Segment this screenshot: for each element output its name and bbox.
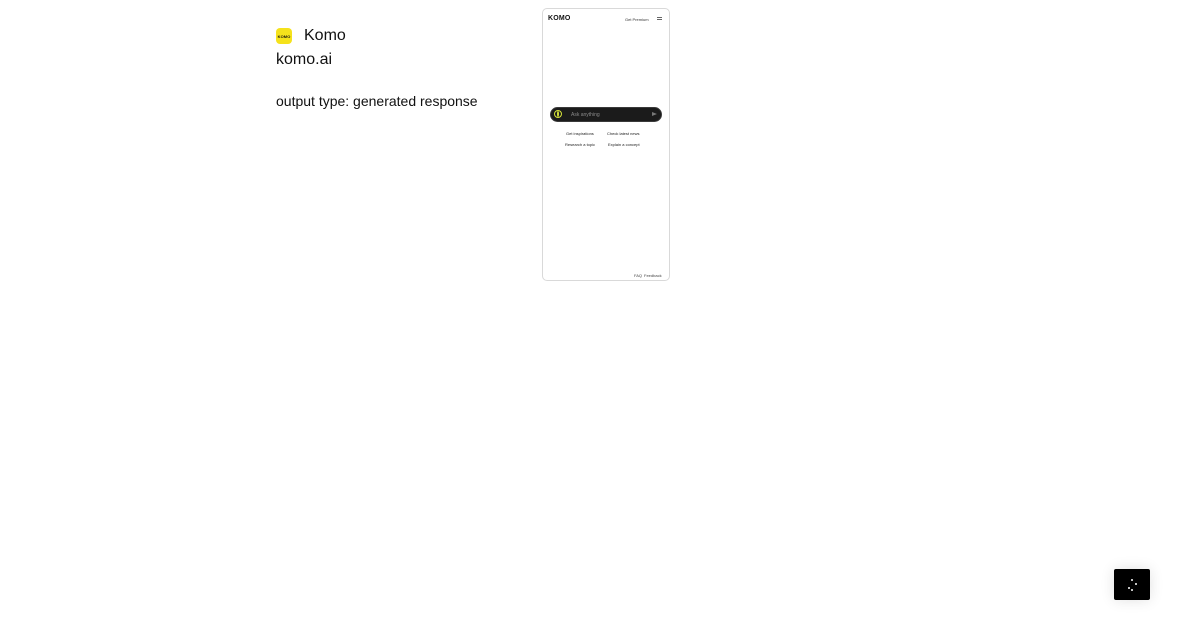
app-name: Komo: [304, 27, 346, 44]
suggestion-research-a-topic[interactable]: Research a topic: [565, 142, 595, 147]
screenshot-logo: KOMO: [548, 15, 571, 22]
suggestion-check-latest-news[interactable]: Check latest news: [607, 131, 639, 136]
get-premium-link[interactable]: Get Premium: [625, 17, 649, 22]
page: KOMO Komo komo.ai output type: generated…: [0, 0, 1200, 630]
search-input[interactable]: Ask anything: [571, 112, 600, 118]
search-bar[interactable]: Ask anything: [551, 108, 661, 121]
suggestion-explain-a-concept[interactable]: Explain a concept: [608, 142, 640, 147]
output-type: output type: generated response: [276, 93, 478, 109]
faq-link[interactable]: FAQ: [634, 273, 642, 278]
spinner-icon: [1127, 578, 1137, 591]
globe-icon[interactable]: [554, 110, 562, 118]
floating-action-button[interactable]: [1114, 569, 1150, 600]
app-header: KOMO Komo: [276, 26, 526, 46]
screenshot-header: KOMO Get Premium: [543, 9, 669, 29]
app-info: KOMO Komo komo.ai output type: generated…: [276, 26, 526, 110]
send-icon[interactable]: [652, 112, 657, 116]
app-screenshot: KOMO Get Premium Ask anything Get inspir…: [542, 8, 670, 281]
feedback-link[interactable]: Feedback: [644, 273, 662, 278]
suggestion-get-inspirations[interactable]: Get inspirations: [566, 131, 594, 136]
app-logo: KOMO: [276, 28, 292, 44]
app-domain: komo.ai: [276, 51, 333, 68]
hamburger-icon[interactable]: [657, 17, 662, 21]
